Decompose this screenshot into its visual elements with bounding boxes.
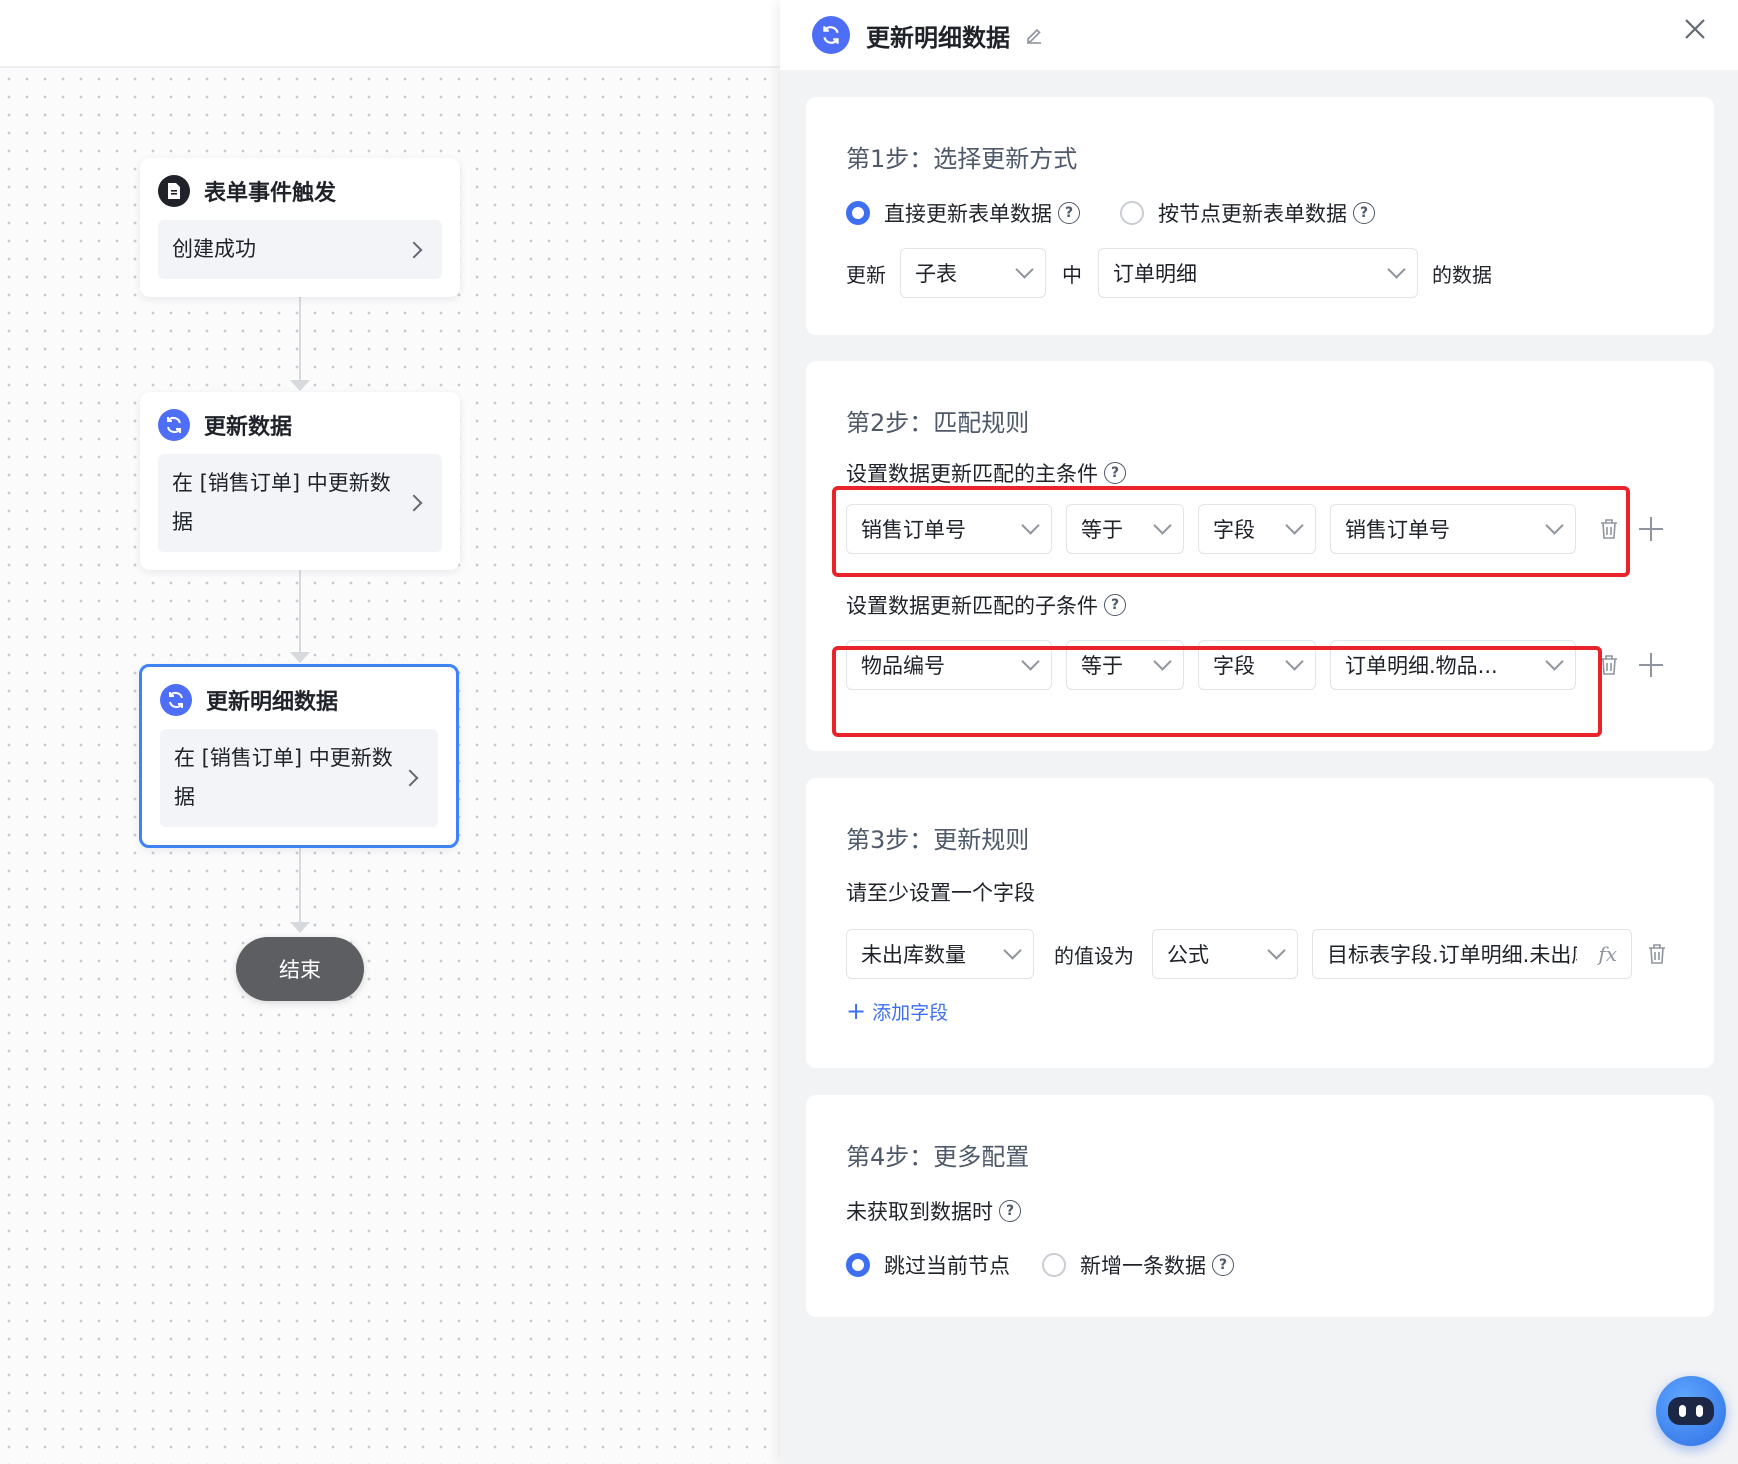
radio-label: 新增一条数据 xyxy=(1080,1254,1206,1278)
node-title: 表单事件触发 xyxy=(204,181,337,206)
radio-skip-node[interactable]: 跳过当前节点 xyxy=(846,1250,1010,1280)
bot-eye xyxy=(1696,1405,1703,1417)
node-title: 更新明细数据 xyxy=(206,690,339,715)
chevron-down-icon xyxy=(1003,941,1022,960)
connector-arrow xyxy=(290,652,310,663)
connector-line xyxy=(299,835,301,928)
fx-icon[interactable]: fx xyxy=(1598,942,1617,966)
doc-icon xyxy=(158,175,190,207)
step2-title: 第2步：匹配规则 xyxy=(846,409,1030,437)
node-body[interactable]: 在 [销售订单] 中更新数据 xyxy=(160,729,438,827)
node-title: 更新数据 xyxy=(204,415,293,440)
sub-table-select[interactable]: 子表 xyxy=(900,248,1046,298)
bot-face xyxy=(1668,1397,1714,1425)
connector-arrow xyxy=(290,380,310,391)
radio-dot xyxy=(846,201,870,225)
panel-header: 更新明细数据 xyxy=(780,0,1738,70)
help-icon[interactable]: ? xyxy=(1104,462,1126,484)
select-value: 公式 xyxy=(1167,943,1209,967)
help-icon[interactable]: ? xyxy=(1353,202,1375,224)
radio-dot xyxy=(1042,1253,1066,1277)
main-condition-text: 设置数据更新匹配的主条件 xyxy=(846,462,1098,486)
no-data-text: 未获取到数据时 xyxy=(846,1200,993,1224)
radio-direct-update[interactable]: 直接更新表单数据 ? xyxy=(846,198,1080,228)
step1-title: 第1步：选择更新方式 xyxy=(846,145,1078,173)
trash-icon[interactable] xyxy=(1646,942,1668,966)
help-icon[interactable]: ? xyxy=(1104,594,1126,616)
node-body-text: 创建成功 xyxy=(172,237,256,261)
help-icon[interactable]: ? xyxy=(1212,1254,1234,1276)
sync-icon xyxy=(812,16,850,54)
step3-title: 第3步：更新规则 xyxy=(846,826,1030,854)
node-body-text: 在 [销售订单] 中更新数据 xyxy=(174,746,393,809)
add-field-button[interactable]: + 添加字段 xyxy=(846,997,1674,1025)
sub-condition-text: 设置数据更新匹配的子条件 xyxy=(846,594,1098,618)
plus-icon: + xyxy=(846,997,867,1025)
chevron-right-icon xyxy=(401,769,419,787)
connector-line xyxy=(299,562,301,662)
help-icon[interactable]: ? xyxy=(999,1200,1021,1222)
edit-icon[interactable] xyxy=(1024,25,1044,45)
target-field-select[interactable]: 未出库数量 xyxy=(846,929,1034,979)
add-condition-icon[interactable] xyxy=(1638,652,1664,678)
chevron-down-icon xyxy=(1387,260,1406,279)
select-value: 子表 xyxy=(915,262,957,286)
detail-table-select[interactable]: 订单明细 xyxy=(1098,248,1418,298)
step4-card: 第4步：更多配置 未获取到数据时 ? 跳过当前节点 新增一条数据 ? xyxy=(806,1095,1714,1317)
chevron-down-icon xyxy=(1015,260,1034,279)
sub-condition-label: 设置数据更新匹配的子条件 ? xyxy=(846,590,1674,620)
select-value: 订单明细 xyxy=(1113,262,1197,286)
radio-dot xyxy=(846,1253,870,1277)
step1-card: 第1步：选择更新方式 直接更新表单数据 ? 按节点更新表单数据 ? 更新 子表 … xyxy=(806,97,1714,335)
data-suffix-label: 的数据 xyxy=(1432,262,1492,287)
sync-icon xyxy=(160,684,192,716)
panel-title: 更新明细数据 xyxy=(866,23,1010,52)
step3-hint: 请至少设置一个字段 xyxy=(846,881,1035,905)
canvas-toolbar xyxy=(0,0,780,68)
in-label: 中 xyxy=(1062,262,1082,287)
sync-icon xyxy=(158,409,190,441)
chevron-down-icon xyxy=(1267,941,1286,960)
radio-dot xyxy=(1120,201,1144,225)
add-field-label: 添加字段 xyxy=(872,1001,949,1024)
assistant-bot-icon[interactable] xyxy=(1656,1376,1726,1446)
radio-label: 直接更新表单数据 xyxy=(884,202,1052,226)
radio-label: 跳过当前节点 xyxy=(884,1254,1010,1278)
select-value: 未出库数量 xyxy=(861,943,966,967)
no-data-label: 未获取到数据时 ? xyxy=(846,1196,1674,1226)
value-mode-select[interactable]: 公式 xyxy=(1152,929,1298,979)
chevron-right-icon xyxy=(405,241,423,258)
set-value-label: 的值设为 xyxy=(1054,943,1134,968)
chevron-right-icon xyxy=(405,494,423,512)
radio-update-by-node[interactable]: 按节点更新表单数据 ? xyxy=(1120,198,1375,228)
help-icon[interactable]: ? xyxy=(1058,202,1080,224)
radio-label: 按节点更新表单数据 xyxy=(1158,202,1347,226)
radio-add-data[interactable]: 新增一条数据 ? xyxy=(1042,1250,1234,1280)
node-body-text: 在 [销售订单] 中更新数据 xyxy=(172,471,391,534)
connector-arrow xyxy=(290,922,310,933)
flow-node-trigger[interactable]: 表单事件触发 创建成功 xyxy=(140,158,460,297)
bot-eye xyxy=(1679,1405,1686,1417)
step3-card: 第3步：更新规则 请至少设置一个字段 未出库数量 的值设为 公式 目标表字段.订… xyxy=(806,778,1714,1068)
flow-node-update-detail[interactable]: 更新明细数据 在 [销售订单] 中更新数据 xyxy=(139,664,459,848)
node-body[interactable]: 在 [销售订单] 中更新数据 xyxy=(158,454,442,552)
add-condition-icon[interactable] xyxy=(1638,516,1664,542)
formula-input[interactable]: 目标表字段.订单明细.未出库 fx xyxy=(1312,929,1632,979)
node-body[interactable]: 创建成功 xyxy=(158,220,442,279)
update-label: 更新 xyxy=(846,262,886,287)
highlight-sub-condition xyxy=(832,646,1602,737)
highlight-main-condition xyxy=(832,486,1630,577)
main-condition-label: 设置数据更新匹配的主条件 ? xyxy=(846,458,1674,488)
end-node[interactable]: 结束 xyxy=(236,937,364,1001)
flow-canvas[interactable]: 表单事件触发 创建成功 更新数据 在 [销售订单] 中更新数据 更新明细数据 在 xyxy=(0,0,780,1464)
connector-line xyxy=(299,290,301,385)
flow-node-update-data[interactable]: 更新数据 在 [销售订单] 中更新数据 xyxy=(140,392,460,570)
formula-text: 目标表字段.订单明细.未出库 xyxy=(1327,943,1577,967)
close-icon[interactable] xyxy=(1680,14,1710,44)
step4-title: 第4步：更多配置 xyxy=(846,1143,1030,1171)
